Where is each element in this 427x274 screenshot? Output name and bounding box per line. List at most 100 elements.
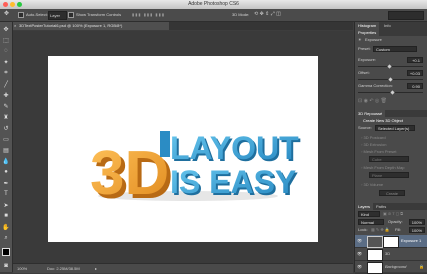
histogram-tab-bar: Histogram Info (355, 22, 427, 29)
layer-row-exposure[interactable]: 👁 Exposure 1 (355, 235, 427, 248)
move-icon[interactable]: ✥ (2, 25, 10, 33)
preset-label: Preset: (358, 46, 371, 51)
history-brush-icon[interactable]: ↺ (2, 124, 10, 132)
offset-slider-knob[interactable] (388, 77, 393, 82)
window-title: Adobe Photoshop CS6 (188, 1, 239, 7)
option-3d-postcard-label: 3D Postcard (363, 135, 386, 140)
gamma-field[interactable]: 0.90 (407, 83, 423, 89)
option-mesh-from-depth-map-label: Mesh From Depth Map (363, 165, 405, 170)
gradient-icon[interactable]: ▤ (2, 146, 10, 154)
tab-info[interactable]: Info (381, 22, 394, 29)
source-dropdown[interactable]: Selected Layer(s) (375, 125, 415, 131)
lock-icon: 🔒 (419, 264, 424, 269)
mesh-preset-dropdown[interactable]: Cube (369, 156, 409, 162)
mode-label: 3D Mode: (232, 12, 250, 17)
source-label: Source: (358, 125, 372, 130)
properties-tab-bar: Properties (355, 29, 427, 36)
layer-filter-icons[interactable]: ▣ ⊘ T ◻ ⧉ (383, 211, 403, 217)
visibility-eye-icon[interactable]: 👁 (357, 265, 362, 269)
auto-select-label: Auto-Select: (26, 12, 48, 17)
option-3d-volume-label: 3D Volume (363, 182, 384, 187)
marquee-icon[interactable]: ⬚ (2, 36, 10, 44)
lasso-icon[interactable]: ◌ (2, 47, 10, 55)
visibility-eye-icon[interactable]: 👁 (357, 239, 362, 243)
zoom-icon[interactable]: ⌕ (2, 234, 10, 242)
move-tool-preset-icon[interactable]: ✥ (4, 11, 13, 18)
option-3d-volume[interactable]: ◦ 3D Volume (361, 182, 383, 188)
document-tab[interactable]: × 3DTextPosterTutorial6.psd @ 100% (Expo… (13, 22, 169, 30)
clone-stamp-icon[interactable]: ♜ (2, 113, 10, 121)
align-buttons-group[interactable]: ▮▮▮ ▮▮▮ ▮▮▮ (132, 11, 192, 18)
layer-name: 3D (385, 251, 391, 256)
3d-mode-icons[interactable]: ⟲ ✥ ⇕ ⤢ ◫ (254, 11, 334, 18)
option-mesh-from-depth-map[interactable]: ◦ Mesh From Depth Map (361, 165, 404, 171)
opacity-field[interactable]: 100% (409, 219, 425, 225)
workspace-dropdown[interactable] (388, 11, 424, 20)
blend-mode-dropdown[interactable]: Normal (358, 219, 384, 225)
opacity-label: Opacity: (388, 219, 403, 224)
hand-icon[interactable]: ✋ (2, 223, 10, 231)
layer-thumbnail (367, 249, 383, 261)
crop-icon[interactable]: ⌗ (2, 69, 10, 77)
tab-repousse[interactable]: 3D Repoussé (355, 110, 386, 117)
layer-thumbnail (367, 262, 383, 274)
tab-layers[interactable]: Layers (355, 203, 374, 210)
depth-map-dropdown[interactable]: Plane (369, 172, 409, 178)
exposure-field[interactable]: +0.1 (407, 57, 423, 63)
properties-layer-type: Exposure (365, 37, 382, 42)
layers-tab-bar: Layers Paths (355, 203, 427, 210)
3d-letters: 3D (90, 139, 169, 208)
tab-paths[interactable]: Paths (373, 203, 389, 210)
layer-name: Background (385, 264, 407, 269)
pen-icon[interactable]: ✒ (2, 179, 10, 187)
tab-histogram[interactable]: Histogram (355, 22, 380, 29)
exposure-slider-knob[interactable] (387, 64, 392, 69)
option-mesh-from-preset[interactable]: ◦ Mesh From Preset (361, 149, 396, 155)
close-tab-icon[interactable]: × (14, 22, 16, 30)
option-mesh-from-preset-label: Mesh From Preset (363, 149, 397, 154)
layer-row-background[interactable]: 👁 Background 🔒 (355, 261, 427, 274)
lock-label: Lock: (358, 227, 368, 232)
fill-label: Fill: (395, 227, 402, 232)
auto-select-checkbox[interactable]: Auto-Select: (18, 11, 48, 18)
create-button[interactable]: Create (379, 190, 405, 196)
exposure-label: Exposure: (358, 57, 377, 62)
layout-text: LAYOUT (170, 130, 299, 166)
show-transform-label: Show Transform Controls (76, 12, 122, 17)
layer-row-3d[interactable]: 👁 3D (355, 248, 427, 261)
quick-mask-icon[interactable]: ◙ (2, 262, 10, 270)
type-icon[interactable]: T (2, 190, 10, 198)
checkbox-icon (68, 11, 74, 18)
preset-dropdown[interactable]: Custom (373, 46, 417, 52)
document-tab-bar: × 3DTextPosterTutorial6.psd @ 100% (Expo… (13, 22, 353, 30)
3d-text-artwork: 3D 3D LAYOUT LAYOUT IS EASY IS EASY (90, 130, 301, 212)
fill-field[interactable]: 100% (409, 227, 425, 233)
show-transform-checkbox[interactable]: Show Transform Controls (68, 11, 128, 18)
checkbox-icon (18, 11, 24, 18)
layer-filter-kind[interactable]: Kind (358, 211, 380, 217)
repousse-tab-bar: 3D Repoussé (355, 110, 427, 117)
auto-select-dropdown[interactable]: Layer (48, 11, 67, 20)
eyedropper-icon[interactable]: ╱ (2, 80, 10, 88)
shape-icon[interactable]: ■ (2, 212, 10, 220)
document-tab-label: 3DTextPosterTutorial6.psd @ 100% (Exposu… (19, 23, 123, 28)
magic-wand-icon[interactable]: ✦ (2, 58, 10, 66)
foreground-color-swatch[interactable] (2, 248, 10, 256)
path-select-icon[interactable]: ➤ (2, 201, 10, 209)
blur-icon[interactable]: 💧 (2, 157, 10, 165)
gamma-slider-knob[interactable] (390, 90, 395, 95)
tab-properties[interactable]: Properties (355, 29, 380, 36)
tools-panel: ✥ ⬚ ◌ ✦ ⌗ ╱ ✚ ✎ ♜ ↺ ▭ ▤ 💧 ● ✒ T ➤ ■ ✋ ⌕ … (0, 22, 13, 272)
option-3d-extrusion[interactable]: ◦ 3D Extrusion (361, 142, 386, 148)
document-canvas[interactable]: 3D 3D LAYOUT LAYOUT IS EASY IS EASY (48, 56, 318, 242)
brush-icon[interactable]: ✎ (2, 102, 10, 110)
visibility-eye-icon[interactable]: 👁 (357, 252, 362, 256)
healing-icon[interactable]: ✚ (2, 91, 10, 99)
eraser-icon[interactable]: ▭ (2, 135, 10, 143)
right-panel-dock: Histogram Info Properties ☀ Exposure Pre… (354, 22, 427, 274)
option-3d-postcard[interactable]: ◦ 3D Postcard (361, 135, 386, 141)
properties-footer-icons[interactable]: ⊡ ◉ ↶ ◎ 🗑 (358, 98, 387, 104)
lock-icons[interactable]: ▦ ✎ ✥ 🔒 (371, 227, 390, 233)
offset-field[interactable]: +0.03 (407, 70, 423, 76)
dodge-icon[interactable]: ● (2, 168, 10, 176)
